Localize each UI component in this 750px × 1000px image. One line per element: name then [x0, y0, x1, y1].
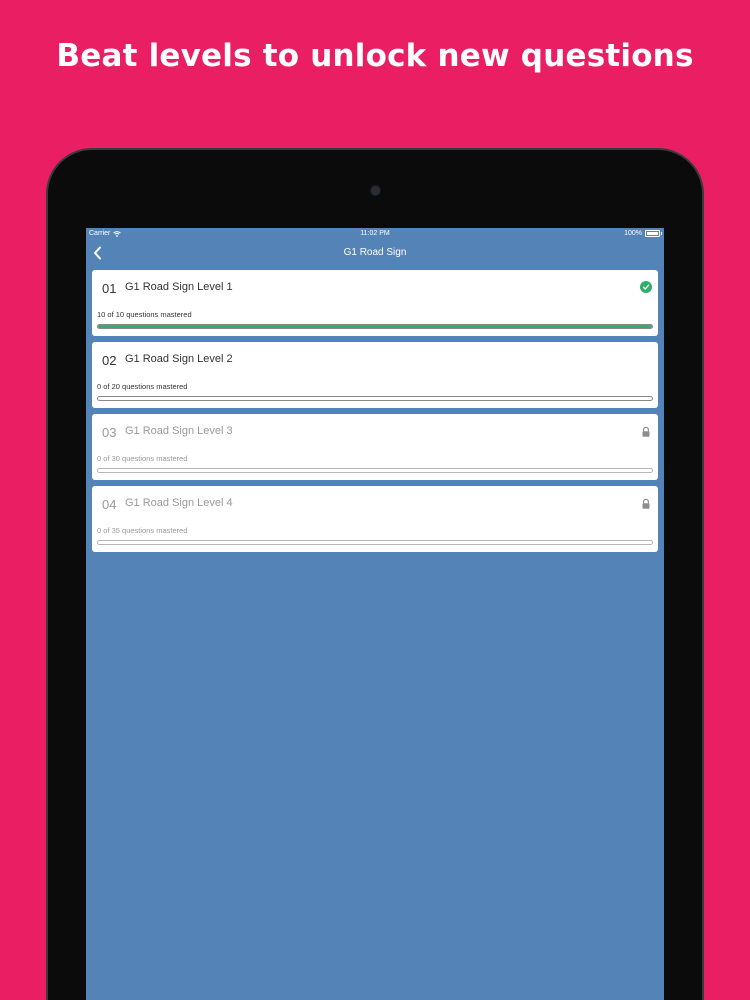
lock-icon — [640, 497, 652, 509]
level-card-4[interactable]: 04 G1 Road Sign Level 4 0 of 35 question… — [92, 486, 658, 552]
status-right: 100% — [624, 230, 662, 237]
battery-label: 100% — [624, 230, 642, 237]
level-name: G1 Road Sign Level 4 — [125, 497, 233, 509]
progress-bar — [97, 468, 653, 473]
status-time: 11:02 PM — [360, 230, 390, 237]
battery-icon — [645, 230, 662, 237]
lock-icon — [640, 425, 652, 437]
level-name: G1 Road Sign Level 2 — [125, 353, 233, 365]
battery-fill — [647, 232, 658, 235]
nav-bar: G1 Road Sign — [86, 240, 664, 268]
level-number: 01 — [102, 281, 117, 296]
level-progress-text: 0 of 20 questions mastered — [97, 382, 188, 391]
level-card-3[interactable]: 03 G1 Road Sign Level 3 0 of 30 question… — [92, 414, 658, 480]
status-bar: Carrier 11:02 PM 100% — [86, 228, 664, 240]
progress-bar — [97, 396, 653, 401]
progress-fill — [98, 325, 652, 328]
level-card-2[interactable]: 02 G1 Road Sign Level 2 0 of 20 question… — [92, 342, 658, 408]
check-circle-icon — [640, 281, 652, 293]
level-number: 04 — [102, 497, 117, 512]
promo-headline: Beat levels to unlock new questions — [56, 38, 694, 74]
app-screen: Carrier 11:02 PM 100% G1 Road Sign 01 G1… — [86, 228, 664, 1000]
progress-bar — [97, 540, 653, 545]
level-progress-text: 0 of 35 questions mastered — [97, 526, 188, 535]
camera-icon — [370, 185, 381, 196]
level-name: G1 Road Sign Level 3 — [125, 425, 233, 437]
promo-stage: Beat levels to unlock new questions Carr… — [0, 0, 750, 1000]
progress-bar — [97, 324, 653, 329]
level-name: G1 Road Sign Level 1 — [125, 281, 233, 293]
level-progress-text: 0 of 30 questions mastered — [97, 454, 188, 463]
nav-title: G1 Road Sign — [343, 247, 407, 258]
level-list: 01 G1 Road Sign Level 1 10 of 10 questio… — [92, 270, 658, 558]
level-number: 03 — [102, 425, 117, 440]
level-card-1[interactable]: 01 G1 Road Sign Level 1 10 of 10 questio… — [92, 270, 658, 336]
level-progress-text: 10 of 10 questions mastered — [97, 310, 192, 319]
level-number: 02 — [102, 353, 117, 368]
